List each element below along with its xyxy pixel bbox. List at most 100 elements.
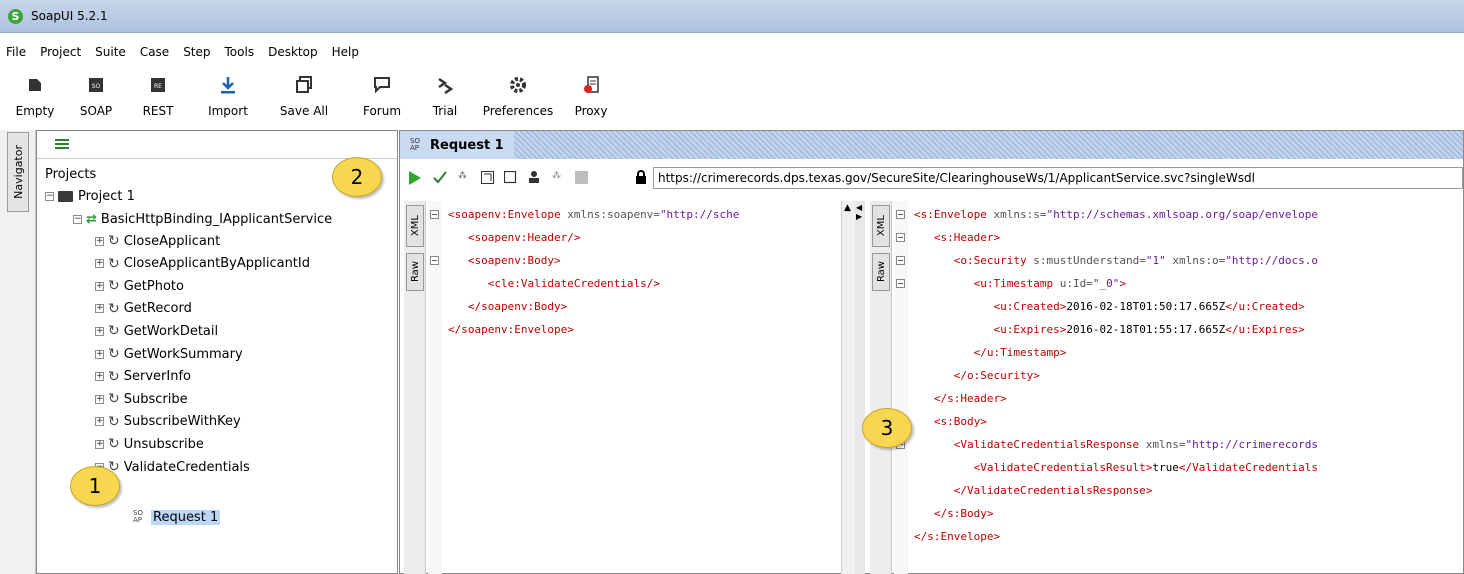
forum-button[interactable]: Forum — [342, 68, 422, 126]
title-bar: S SoapUI 5.2.1 — [0, 0, 1464, 33]
import-label: Import — [208, 104, 248, 118]
response-xml-editor[interactable]: <s:Envelope xmlns:s="http://schemas.xmls… — [914, 203, 1462, 574]
xml-line: <ValidateCredentialsResponse xmlns="http… — [953, 438, 1318, 451]
tree-operation[interactable]: + ↻ GetWorkSummary — [95, 343, 243, 365]
expand-icon[interactable]: + — [95, 439, 104, 449]
soap-action-icon[interactable]: ⁂ — [458, 171, 467, 181]
save-all-icon — [293, 74, 315, 96]
operation-icon: ↻ — [108, 323, 120, 340]
operation-icon: ↻ — [108, 278, 120, 295]
xml-line: </soapenv:Envelope> — [448, 323, 574, 336]
fold-icon[interactable]: − — [430, 256, 439, 265]
add-assertion-icon[interactable] — [433, 171, 447, 188]
rest-button[interactable]: RE REST — [126, 68, 190, 126]
request-xml-editor[interactable]: <soapenv:Envelope xmlns:soapenv="http://… — [448, 203, 840, 503]
expand-icon[interactable]: + — [95, 259, 104, 269]
request-title-bar: SO AP Request 1 — [400, 131, 1463, 159]
expand-icon[interactable]: + — [95, 326, 104, 336]
import-button[interactable]: Import — [190, 68, 266, 126]
fold-icon[interactable]: − — [896, 210, 905, 219]
navigator-tab-label: Navigator — [11, 145, 25, 199]
tree-operation[interactable]: + ↻ GetPhoto — [95, 275, 184, 297]
request-xml-tab[interactable]: XML — [406, 205, 424, 247]
soap-label: SOAP — [79, 104, 113, 118]
editor-splitter[interactable]: ◀ ▶ — [855, 201, 865, 574]
create-test-icon[interactable] — [481, 171, 494, 187]
request-scrollbar[interactable]: ▲ — [841, 201, 855, 574]
xml-line: </s:Envelope> — [914, 530, 1001, 543]
tree-operation[interactable]: + ↻ CloseApplicant — [95, 230, 220, 252]
operation-label: GetRecord — [123, 301, 192, 317]
window-icon[interactable] — [503, 170, 517, 187]
tree-operation[interactable]: + ↻ ServerInfo — [95, 366, 191, 388]
expand-icon[interactable]: + — [95, 417, 104, 427]
save-all-button[interactable]: Save All — [266, 68, 342, 126]
soap-settings-icon[interactable]: ⁂ — [552, 171, 561, 181]
menu-tools[interactable]: Tools — [225, 45, 255, 59]
expand-icon[interactable]: + — [95, 349, 104, 359]
user-icon[interactable] — [527, 170, 541, 187]
preferences-button[interactable]: Preferences — [468, 68, 568, 126]
operation-label: SubscribeWithKey — [123, 414, 241, 430]
tree-operation[interactable]: + ↻ GetWorkDetail — [95, 320, 218, 342]
trial-button[interactable]: Trial — [422, 68, 468, 126]
stop-icon[interactable] — [575, 171, 588, 187]
run-icon[interactable] — [408, 171, 422, 188]
tree-request-1[interactable]: SO AP Request 1 — [133, 506, 221, 528]
tree-operation[interactable]: + ↻ CloseApplicantByApplicantId — [95, 253, 310, 275]
xml-line: <o:Security s:mustUnderstand="1" xmlns:o… — [953, 254, 1319, 267]
soapui-logo-icon: S — [8, 8, 23, 24]
operation-icon: ↻ — [108, 436, 120, 453]
navigator-header — [37, 131, 397, 159]
xml-line: <s:Body> — [933, 415, 987, 428]
expand-icon[interactable]: + — [95, 372, 104, 382]
expand-icon[interactable]: + — [95, 236, 104, 246]
expand-icon[interactable]: + — [95, 281, 104, 291]
expand-icon[interactable]: + — [95, 304, 104, 314]
projects-root-label: Projects — [45, 166, 97, 182]
project-folder-icon — [58, 190, 73, 202]
navigator-tab[interactable]: Navigator — [7, 132, 29, 212]
callout-1: 1 — [70, 466, 120, 506]
menu-desktop[interactable]: Desktop — [268, 45, 318, 59]
split-arrows-icon[interactable]: ◀ ▶ — [856, 203, 862, 221]
menu-suite[interactable]: Suite — [95, 45, 126, 59]
tree-projects-root[interactable]: Projects — [45, 163, 96, 185]
fold-icon[interactable]: − — [430, 210, 439, 219]
scroll-up-icon[interactable]: ▲ — [844, 203, 851, 213]
operation-icon: ↻ — [108, 233, 120, 249]
tree-operation[interactable]: + ↻ Unsubscribe — [95, 433, 204, 455]
endpoint-url-field[interactable]: https://crimerecords.dps.texas.gov/Secur… — [653, 167, 1463, 189]
tree-project-1[interactable]: − Project 1 — [45, 185, 135, 207]
menu-step[interactable]: Step — [183, 45, 210, 59]
response-raw-tab-label: Raw — [875, 261, 887, 283]
menu-case[interactable]: Case — [140, 45, 169, 59]
empty-label: Empty — [15, 104, 55, 118]
fold-icon[interactable]: − — [896, 233, 905, 242]
menu-help[interactable]: Help — [332, 45, 359, 59]
request-tab[interactable]: SO AP Request 1 — [400, 131, 514, 159]
response-raw-tab[interactable]: Raw — [872, 253, 890, 291]
fold-icon[interactable]: − — [896, 256, 905, 265]
expand-icon[interactable]: + — [95, 394, 104, 404]
request-raw-tab[interactable]: Raw — [406, 253, 424, 291]
fold-icon[interactable]: − — [896, 279, 905, 288]
tree-operation[interactable]: + ↻ Subscribe — [95, 388, 188, 410]
empty-button[interactable]: Empty — [4, 68, 66, 126]
tree-operation[interactable]: + ↻ GetRecord — [95, 298, 192, 320]
xml-line: <cle:ValidateCredentials/> — [487, 277, 660, 290]
collapse-icon[interactable]: − — [45, 191, 54, 201]
soap-button[interactable]: SO SOAP — [66, 68, 126, 126]
tree-binding[interactable]: − ⇄ BasicHttpBinding_IApplicantService — [73, 208, 332, 230]
tree-view-icon[interactable] — [55, 138, 69, 152]
proxy-button[interactable]: Proxy — [568, 68, 614, 126]
operation-icon: ↻ — [108, 300, 120, 317]
xml-line: <soapenv:Envelope xmlns:soapenv="http://… — [448, 208, 740, 221]
lock-icon — [635, 170, 647, 187]
menu-file[interactable]: File — [6, 45, 26, 59]
tree-operation[interactable]: + ↻ SubscribeWithKey — [95, 411, 241, 433]
response-xml-tab[interactable]: XML — [872, 205, 890, 247]
tree-operation[interactable]: −↻ValidateCredentials — [95, 456, 250, 478]
menu-project[interactable]: Project — [40, 45, 81, 59]
collapse-icon[interactable]: − — [73, 214, 82, 224]
